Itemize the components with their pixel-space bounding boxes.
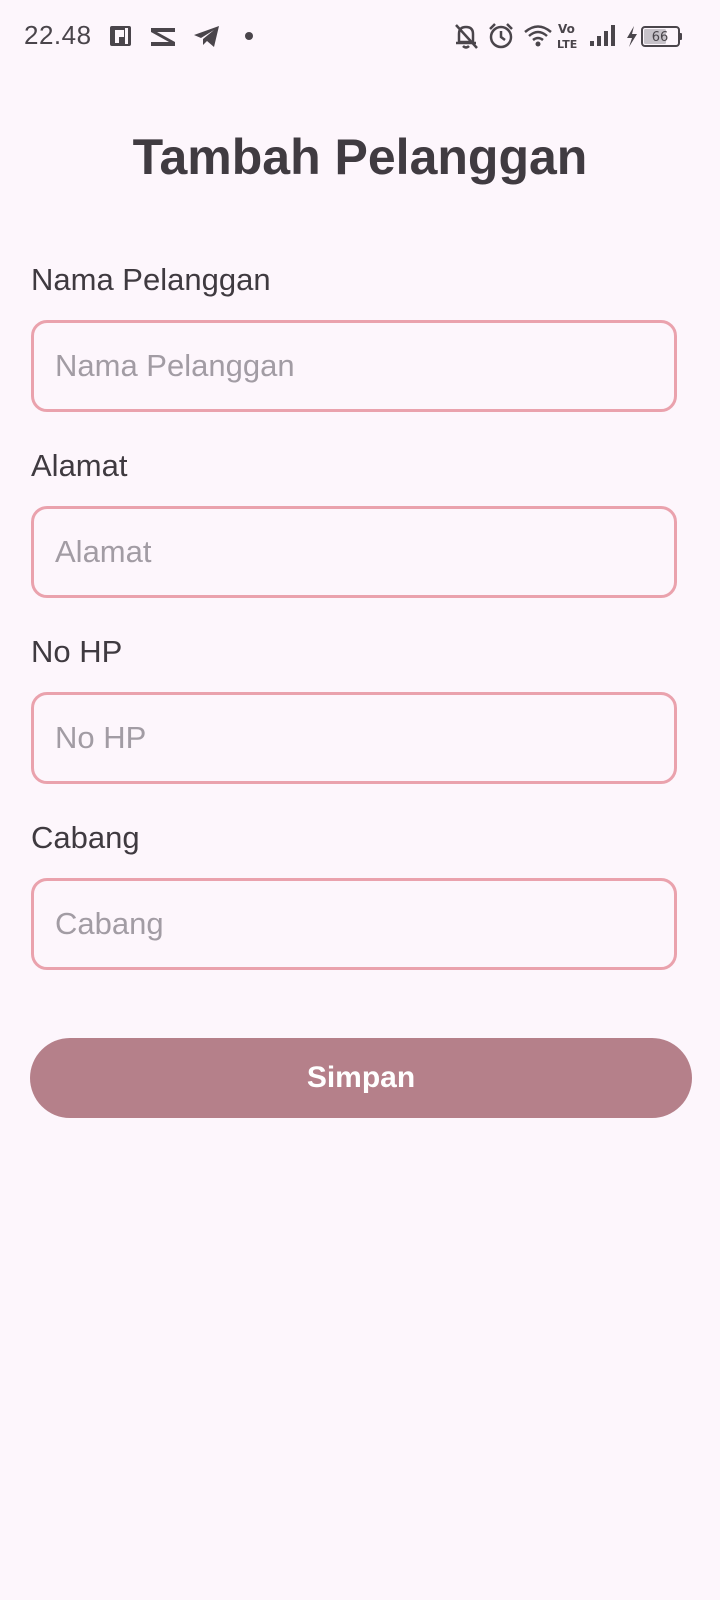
volte-top-text: Vo <box>558 22 575 36</box>
capcut-icon <box>148 20 178 52</box>
cabang-input[interactable] <box>31 878 677 970</box>
alarm-icon <box>486 20 516 52</box>
alamat-label: Alamat <box>31 448 128 483</box>
cabang-label: Cabang <box>31 820 140 855</box>
signal-icon <box>588 20 618 52</box>
volte-icon: Vo LTE <box>556 20 584 52</box>
nama-pelanggan-input[interactable] <box>31 320 677 412</box>
wifi-icon <box>522 20 554 52</box>
no-hp-label: No HP <box>31 634 123 669</box>
save-button[interactable]: Simpan <box>30 1038 692 1118</box>
battery-level-text: 66 <box>652 30 669 45</box>
notification-dot-icon <box>243 20 255 52</box>
volte-bottom-text: LTE <box>557 38 577 51</box>
status-time: 22.48 <box>24 20 92 50</box>
parking-app-icon <box>108 20 134 52</box>
alamat-input[interactable] <box>31 506 677 598</box>
nama-pelanggan-label: Nama Pelanggan <box>31 262 271 297</box>
battery-icon: 66 <box>640 20 684 52</box>
telegram-icon <box>192 20 222 52</box>
page-title: Tambah Pelanggan <box>132 129 588 185</box>
bell-off-icon <box>452 20 480 52</box>
charging-icon <box>624 20 640 52</box>
no-hp-input[interactable] <box>31 692 677 784</box>
status-bar: 22.48 Vo LTE 66 <box>0 0 720 76</box>
